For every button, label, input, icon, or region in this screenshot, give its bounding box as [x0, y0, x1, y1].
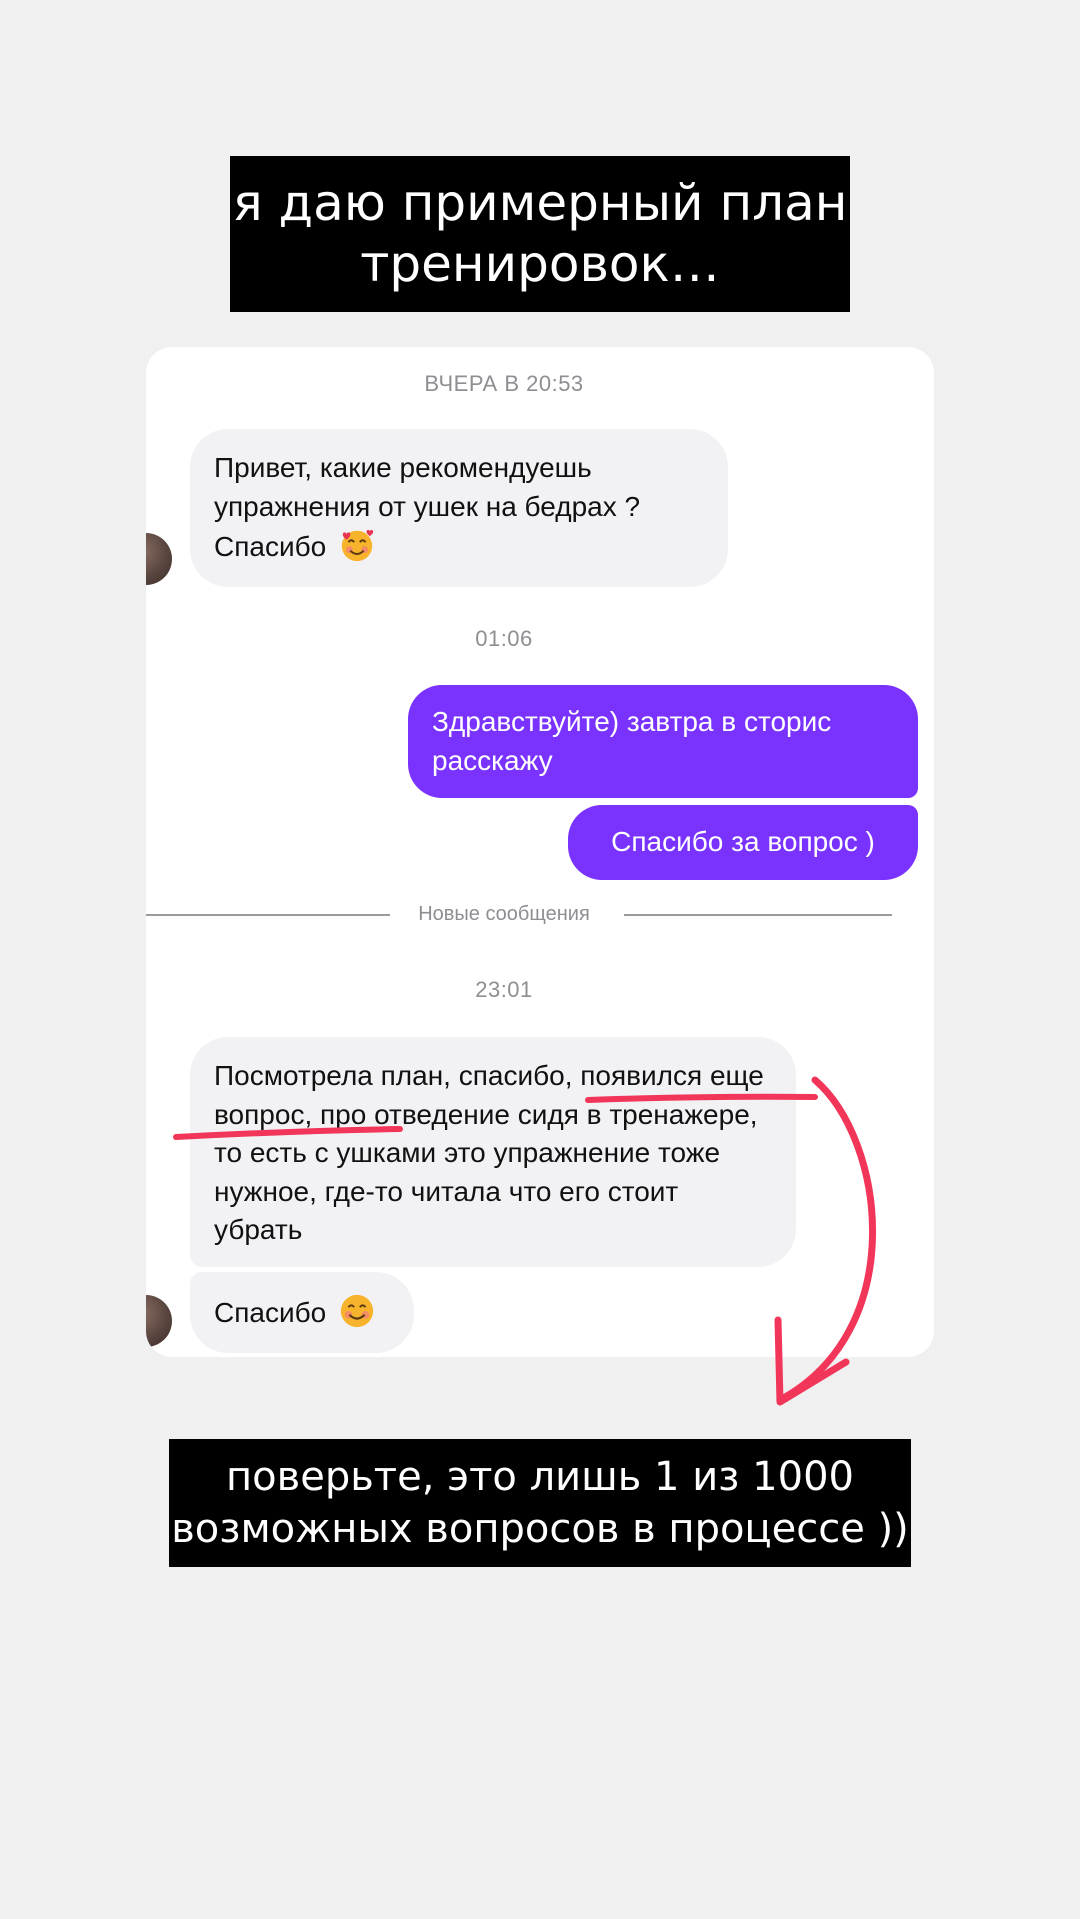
timestamp-night: 01:06	[475, 626, 533, 651]
message-text: Спасибо	[214, 1297, 327, 1328]
smiling-face-icon	[340, 1294, 374, 1328]
sender-avatar[interactable]	[146, 1295, 172, 1347]
message-text: Привет, какие рекомендуешь упражнения от…	[214, 452, 641, 562]
timestamp-yesterday: ВЧЕРА В 20:53	[424, 371, 584, 396]
story-caption-bottom: поверьте, это лишь 1 из 1000 возможных в…	[169, 1439, 911, 1567]
incoming-message-bubble[interactable]: Привет, какие рекомендуешь упражнения от…	[190, 429, 728, 587]
smiling-face-with-hearts-icon	[341, 529, 374, 562]
caption-top-line-2: тренировок…	[360, 235, 720, 293]
divider-line-right	[624, 914, 892, 916]
outgoing-message-bubble[interactable]: Спасибо за вопрос )	[568, 805, 918, 880]
story-caption-top: я даю примерный план тренировок…	[230, 156, 850, 312]
outgoing-message-bubble[interactable]: Здравствуйте) завтра в сторис расскажу	[408, 685, 918, 798]
timestamp-evening: 23:01	[475, 977, 533, 1002]
caption-bottom-line-2: возможных вопросов в процессе ))	[171, 1506, 909, 1552]
sender-avatar[interactable]	[146, 533, 172, 585]
incoming-message-bubble[interactable]: Посмотрела план, спасибо, появился еще в…	[190, 1037, 796, 1267]
incoming-message-bubble[interactable]: Спасибо	[190, 1272, 414, 1353]
chat-screenshot: ВЧЕРА В 20:53 Привет, какие рекомендуешь…	[146, 347, 934, 1357]
caption-top-line-1: я даю примерный план	[232, 174, 848, 232]
caption-bottom-line-1: поверьте, это лишь 1 из 1000	[226, 1454, 854, 1500]
